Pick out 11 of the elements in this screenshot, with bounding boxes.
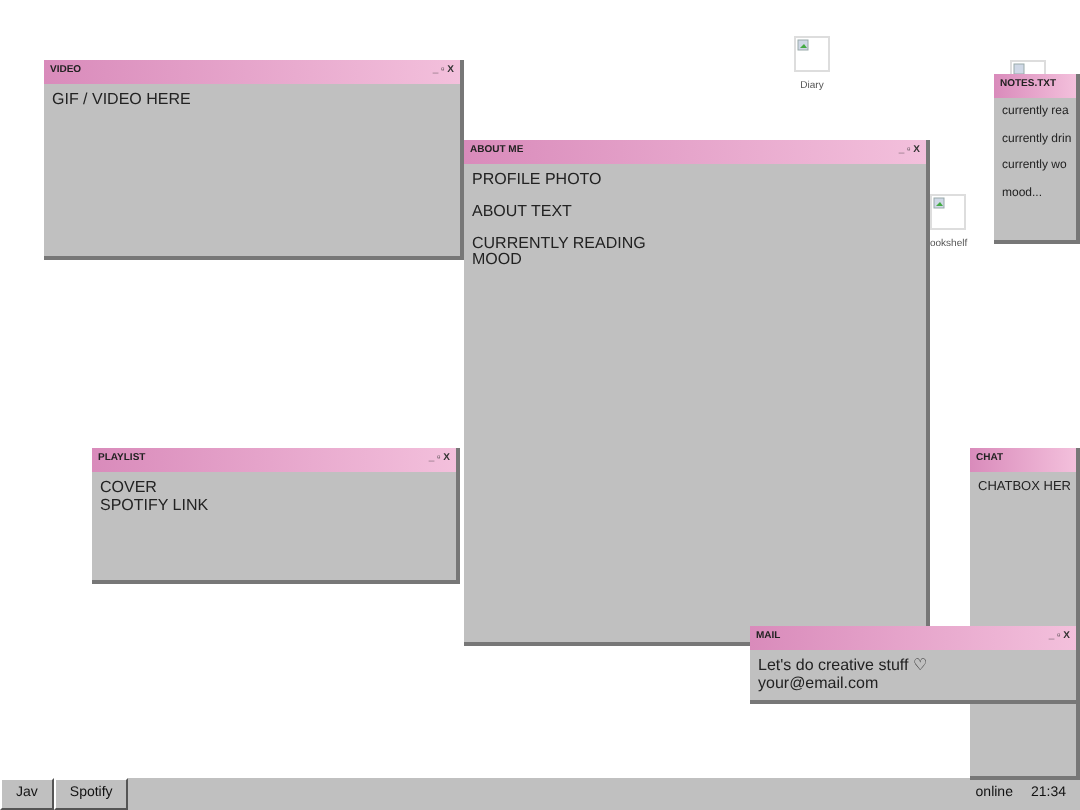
- window-text: GIF / VIDEO HERE: [52, 92, 193, 110]
- broken-image-icon: [794, 36, 830, 72]
- window-text: MOOD: [472, 252, 524, 271]
- window-text: COVER: [100, 480, 159, 498]
- window-text: CURRENTLY READING: [472, 235, 648, 252]
- window-text: PROFILE PHOTO: [472, 172, 604, 190]
- broken-image-icon: [930, 194, 967, 230]
- window-text: Let's do creative stuff ♡: [758, 658, 929, 676]
- window-text: your@email.com: [758, 675, 881, 694]
- window-text: SPOTIFY LINK: [100, 497, 211, 516]
- window-text: ABOUT TEXT: [472, 203, 574, 222]
